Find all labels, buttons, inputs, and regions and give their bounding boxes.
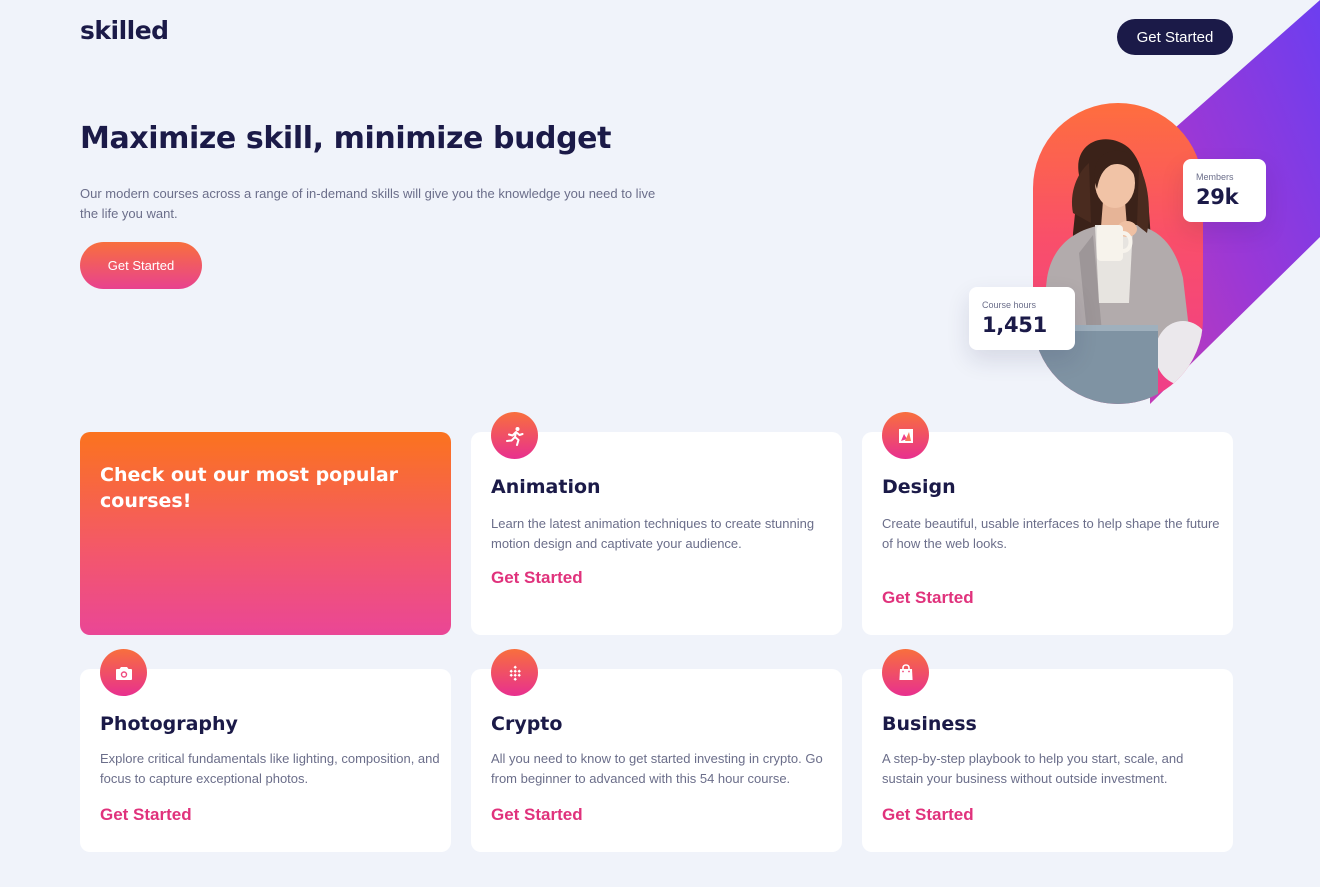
camera-icon — [100, 649, 147, 696]
course-hours-stat-card: Course hours 1,451 — [969, 287, 1075, 350]
course-description: A step-by-step playbook to help you star… — [882, 751, 1184, 786]
course-title: Design — [882, 476, 956, 498]
members-stat-card: Members 29k — [1183, 159, 1266, 222]
course-card-animation: Animation Learn the latest animation tec… — [471, 412, 842, 635]
hero-photo — [1033, 103, 1203, 404]
crypto-icon — [491, 649, 538, 696]
running-person-icon — [491, 412, 538, 459]
course-card-design: Design Create beautiful, usable interfac… — [862, 412, 1233, 635]
logo[interactable]: skilled — [80, 16, 169, 45]
course-card-photography: Photography Explore critical fundamental… — [80, 649, 451, 852]
hero-title: Maximize skill, minimize budget — [80, 121, 612, 156]
nav-get-started-button[interactable]: Get Started — [1117, 19, 1233, 55]
course-get-started-link[interactable]: Get Started — [882, 588, 974, 608]
course-get-started-link[interactable]: Get Started — [491, 568, 583, 588]
promo-title: Check out our most popular courses! — [100, 464, 399, 512]
course-hours-stat-value: 1,451 — [982, 313, 1047, 337]
shopping-bag-icon — [882, 649, 929, 696]
course-description: Learn the latest animation techniques to… — [491, 516, 815, 551]
course-get-started-link[interactable]: Get Started — [491, 805, 583, 825]
course-title: Animation — [491, 476, 601, 498]
members-stat-value: 29k — [1196, 185, 1239, 209]
hero-subtitle: Our modern courses across a range of in-… — [80, 186, 656, 221]
course-card-business: Business A step-by-step playbook to help… — [862, 649, 1233, 852]
course-get-started-link[interactable]: Get Started — [882, 805, 974, 825]
woman-with-mug-illustration — [1033, 139, 1203, 404]
course-title: Crypto — [491, 713, 563, 735]
course-get-started-link[interactable]: Get Started — [100, 805, 192, 825]
course-description: All you need to know to get started inve… — [491, 751, 823, 786]
course-card-crypto: Crypto All you need to know to get start… — [471, 649, 842, 852]
popular-courses-promo-card: Check out our most popular courses! — [80, 432, 451, 635]
course-description: Create beautiful, usable interfaces to h… — [882, 516, 1220, 551]
members-stat-label: Members — [1196, 172, 1234, 182]
course-hours-stat-label: Course hours — [982, 300, 1037, 310]
course-title: Photography — [100, 713, 238, 735]
hero-get-started-button[interactable]: Get Started — [80, 242, 202, 289]
design-icon — [882, 412, 929, 459]
course-description: Explore critical fundamentals like light… — [100, 751, 440, 786]
course-title: Business — [882, 713, 977, 735]
